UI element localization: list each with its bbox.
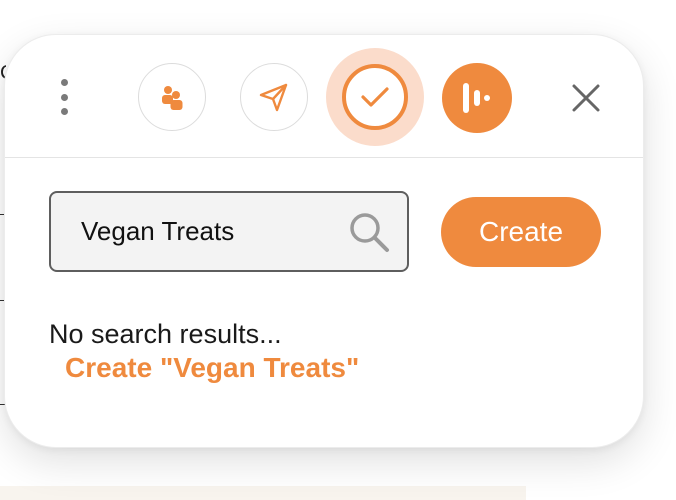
search-icon[interactable] xyxy=(347,210,391,254)
kebab-dot xyxy=(60,108,68,115)
kebab-dot xyxy=(60,93,68,101)
send-button[interactable] xyxy=(240,63,308,131)
search-input[interactable] xyxy=(81,193,331,270)
users-button[interactable] xyxy=(138,63,206,131)
screen: C xyxy=(0,0,676,500)
close-button[interactable] xyxy=(567,79,605,117)
users-icon xyxy=(162,86,183,110)
send-icon xyxy=(259,83,288,112)
check-button[interactable] xyxy=(326,48,424,146)
background-page-strip xyxy=(0,486,526,500)
no-results-message: No search results... xyxy=(49,319,282,349)
create-new-item-link[interactable]: Create "Vegan Treats" xyxy=(65,352,359,384)
create-button[interactable]: Create xyxy=(441,197,601,267)
popup-panel: Create No search results... Create "Vega… xyxy=(4,34,644,448)
check-button-ring xyxy=(342,64,408,130)
kebab-dot xyxy=(60,79,68,86)
check-icon xyxy=(361,87,389,107)
app-logo-icon xyxy=(463,83,490,113)
app-logo-button[interactable] xyxy=(442,63,512,133)
close-icon xyxy=(572,84,600,112)
search-field[interactable] xyxy=(49,191,409,272)
more-options-button[interactable] xyxy=(55,79,73,115)
popup-toolbar xyxy=(5,35,643,158)
